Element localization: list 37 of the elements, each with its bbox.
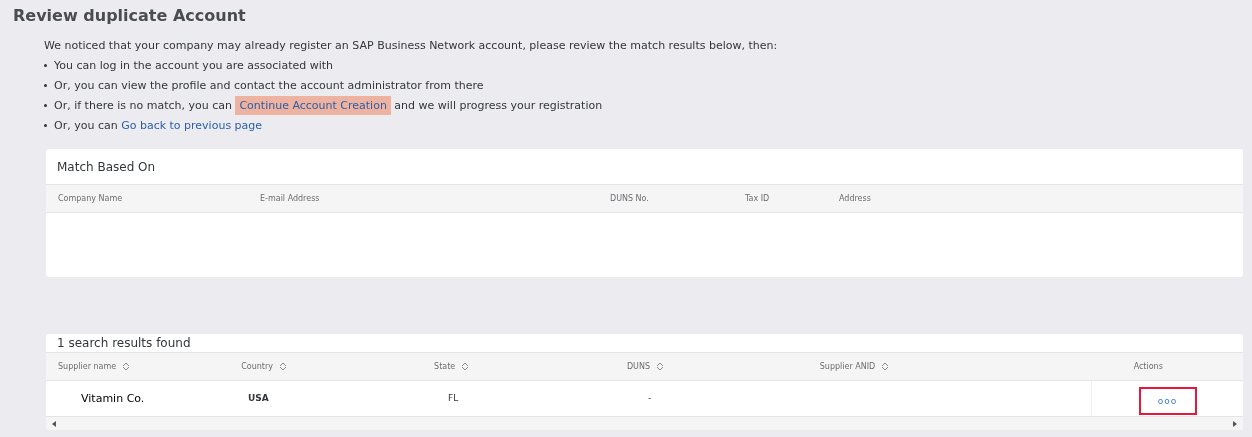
bullet-icon <box>44 124 47 127</box>
intro-text: We noticed that your company may already register an SAP Business Network account, please review the match results below, then: <box>44 39 779 52</box>
column-header: Tax ID <box>744 194 771 203</box>
bullet-icon <box>44 64 47 67</box>
table-cell-text: - <box>647 392 653 406</box>
column-header[interactable]: Country <box>229 361 423 371</box>
column-header: Address <box>838 194 872 203</box>
scroll-right-icon[interactable] <box>1233 420 1237 427</box>
sort-icon[interactable] <box>122 361 131 371</box>
sort-icon[interactable] <box>279 361 287 371</box>
bullet-icon <box>44 84 47 87</box>
bullet-icon <box>44 104 47 107</box>
table-cell-text: FL <box>447 392 460 406</box>
bullet-text: Or, you can Go back to previous page <box>54 119 263 132</box>
column-header: Actions <box>1132 361 1164 371</box>
column-header[interactable]: State <box>422 361 615 371</box>
table-cell-text: Vitamin Co. <box>80 390 146 407</box>
column-header[interactable]: Supplier name <box>46 361 230 371</box>
link[interactable]: Go back to previous page <box>121 119 263 132</box>
bullet-text: Or, if there is no match, you can Continue Account Creation and we will progress your registration <box>54 99 603 112</box>
column-header[interactable]: DUNS <box>614 361 808 371</box>
bullet-text: Or, you can view the profile and contact the account administrator from there <box>54 79 484 92</box>
page-title: Review duplicate Account <box>13 6 247 25</box>
column-header: DUNS No. <box>609 194 650 203</box>
bullet-text: You can log in the account you are associated with <box>54 59 334 72</box>
column-header: Company Name <box>57 194 124 203</box>
table-cell-text: USA <box>247 392 270 406</box>
sort-icon[interactable] <box>881 361 890 371</box>
column-header: E-mail Address <box>259 194 321 203</box>
column-header[interactable]: Supplier ANID <box>807 361 1054 371</box>
sort-icon[interactable] <box>656 361 664 371</box>
link[interactable]: Continue Account Creation <box>235 96 391 115</box>
sort-icon[interactable] <box>461 361 470 371</box>
panel-title: Match Based On <box>56 158 157 176</box>
scroll-left-icon[interactable] <box>52 420 56 427</box>
panel-title: 1 search results found <box>56 334 192 352</box>
actions-button[interactable]: ooo <box>1138 387 1197 416</box>
